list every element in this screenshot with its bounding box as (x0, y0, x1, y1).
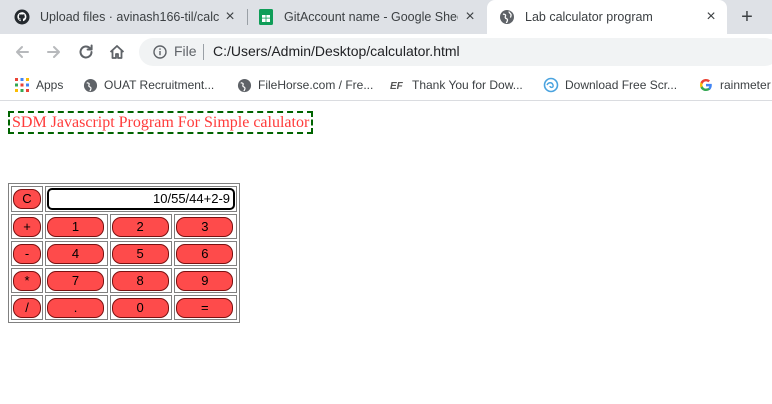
digit-3-button[interactable]: 3 (176, 216, 234, 237)
bookmark-rainmeter[interactable]: rainmeter (698, 76, 771, 94)
calculator-row: - 4 5 6 (11, 241, 237, 266)
calculator-row: / . 0 = (11, 295, 237, 320)
swirl-logo-icon (543, 77, 559, 93)
bookmark-label: Download Free Scr... (565, 78, 678, 92)
tab-upload-files[interactable]: Upload files · avinash166-til/calcu × (0, 0, 246, 34)
calculator-cell: 6 (174, 241, 237, 266)
svg-text:EF: EF (390, 81, 404, 92)
calculator-cell: - (11, 241, 43, 266)
calculator-cell: * (11, 268, 43, 293)
calculator-cell: = (174, 295, 237, 320)
calculator-cell: C (11, 186, 43, 212)
digit-8-button[interactable]: 8 (111, 270, 169, 291)
digit-9-button[interactable]: 9 (176, 270, 234, 291)
multiply-button[interactable]: * (13, 270, 41, 291)
calculator-cell: 3 (174, 214, 237, 239)
calculator-cell: 9 (174, 268, 237, 293)
home-icon[interactable] (107, 42, 127, 62)
clear-button[interactable]: C (13, 189, 41, 209)
close-tab-icon[interactable]: × (222, 9, 238, 25)
calculator-cell: 2 (109, 214, 173, 239)
bookmark-filehorse[interactable]: FileHorse.com / Fre... (236, 76, 373, 94)
ef-logo-icon: EF (390, 77, 406, 93)
digit-4-button[interactable]: 4 (47, 243, 104, 264)
calculator-cell: 7 (45, 268, 108, 293)
digit-6-button[interactable]: 6 (176, 243, 234, 264)
globe-icon (82, 77, 98, 93)
bookmark-download-free[interactable]: Download Free Scr... (543, 76, 677, 94)
address-url[interactable]: C:/Users/Admin/Desktop/calculator.html (213, 43, 460, 59)
close-tab-icon[interactable]: × (462, 9, 478, 25)
calculator-cell: 0 (109, 295, 173, 320)
calculator-table: C 10/55/44+2-9 + 1 2 3 - 4 5 6 * 7 8 9 /… (8, 183, 240, 323)
tab-lab-calculator[interactable]: Lab calculator program × (487, 0, 727, 34)
google-g-icon (698, 77, 714, 93)
calculator-cell: / (11, 295, 43, 320)
bookmark-label: Apps (36, 78, 64, 92)
digit-1-button[interactable]: 1 (47, 216, 104, 237)
minus-button[interactable]: - (13, 243, 41, 264)
address-scheme-label: File (174, 43, 197, 59)
decimal-point-button[interactable]: . (47, 297, 104, 318)
calculator-cell: 8 (109, 268, 173, 293)
info-icon[interactable] (153, 45, 167, 59)
calculator-display[interactable]: 10/55/44+2-9 (47, 188, 235, 210)
globe-icon (236, 77, 252, 93)
bookmark-label: FileHorse.com / Fre... (258, 78, 374, 92)
bookmark-ouat[interactable]: OUAT Recruitment... (82, 76, 214, 94)
digit-0-button[interactable]: 0 (111, 297, 169, 318)
bookmark-label: OUAT Recruitment... (104, 78, 215, 92)
globe-icon (499, 9, 515, 25)
tab-title: GitAccount name - Google Sheet (284, 10, 458, 24)
calculator-cell: 1 (45, 214, 108, 239)
calculator-row: C 10/55/44+2-9 (11, 186, 237, 212)
tab-title: Upload files · avinash166-til/calcu (40, 10, 220, 24)
divide-button[interactable]: / (13, 297, 41, 318)
tab-strip: Upload files · avinash166-til/calcu × Gi… (0, 0, 772, 34)
bookmark-label: Thank You for Dow... (412, 78, 523, 92)
tab-title: Lab calculator program (525, 10, 653, 24)
calculator-row: + 1 2 3 (11, 214, 237, 239)
digit-5-button[interactable]: 5 (111, 243, 169, 264)
address-divider (203, 44, 204, 60)
bookmark-thank-you[interactable]: EF Thank You for Dow... (390, 76, 523, 94)
digit-7-button[interactable]: 7 (47, 270, 104, 291)
calculator-cell: 4 (45, 241, 108, 266)
google-sheets-icon (258, 9, 274, 25)
calculator-row: * 7 8 9 (11, 268, 237, 293)
plus-button[interactable]: + (13, 216, 41, 237)
digit-2-button[interactable]: 2 (111, 216, 169, 237)
forward-icon[interactable] (44, 42, 64, 62)
calculator-cell: . (45, 295, 108, 320)
tab-gitaccount-sheet[interactable]: GitAccount name - Google Sheet × (248, 0, 486, 34)
new-tab-icon[interactable]: + (738, 7, 756, 27)
apps-grid-icon (14, 77, 30, 93)
bookmark-label: rainmeter (720, 78, 771, 92)
calculator-cell: + (11, 214, 43, 239)
calculator-cell: 10/55/44+2-9 (45, 186, 237, 212)
back-icon[interactable] (12, 42, 32, 62)
reload-icon[interactable] (76, 42, 96, 62)
bookmark-apps[interactable]: Apps (14, 76, 63, 94)
calculator-cell: 5 (109, 241, 173, 266)
equals-button[interactable]: = (176, 297, 234, 318)
close-tab-icon[interactable]: × (703, 9, 719, 25)
github-icon (14, 9, 30, 25)
page-heading: SDM Javascript Program For Simple calula… (8, 111, 314, 134)
